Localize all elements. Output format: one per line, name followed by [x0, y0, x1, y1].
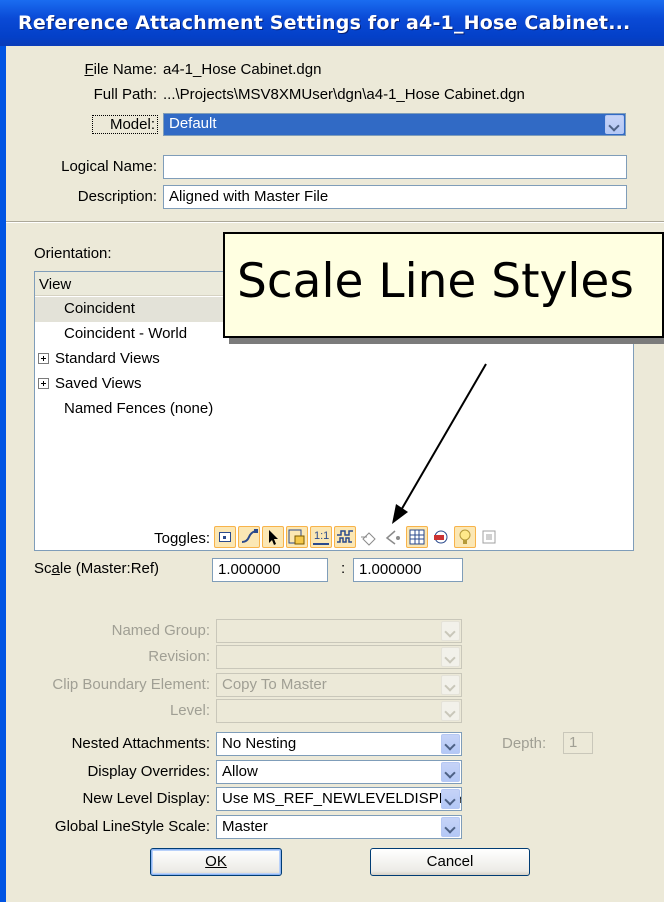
annotation-arrow: [392, 363, 487, 524]
dialog-window: Reference Attachment Settings for a4-1_H…: [0, 0, 664, 902]
